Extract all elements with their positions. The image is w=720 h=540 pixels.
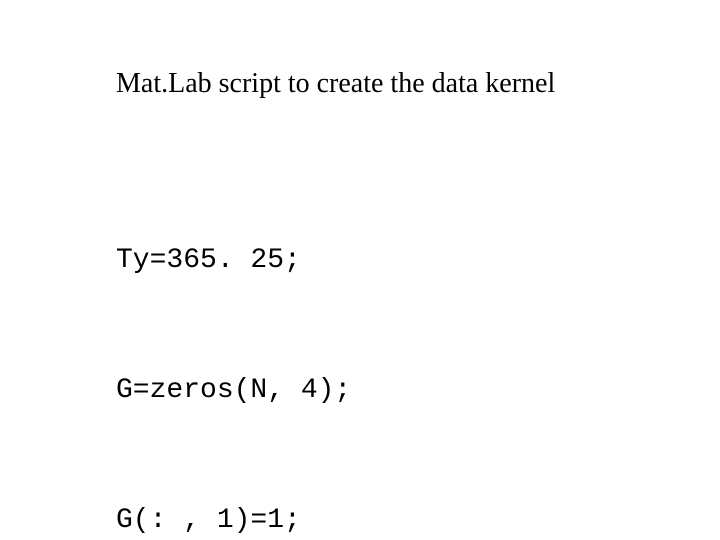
slide: Mat.Lab script to create the data kernel… xyxy=(0,0,720,540)
code-line: G(: , 1)=1; xyxy=(116,499,519,540)
code-line: G=zeros(N, 4); xyxy=(116,369,519,412)
code-block: Ty=365. 25; G=zeros(N, 4); G(: , 1)=1; G… xyxy=(116,152,519,540)
code-line: Ty=365. 25; xyxy=(116,239,519,282)
slide-title: Mat.Lab script to create the data kernel xyxy=(116,68,555,100)
